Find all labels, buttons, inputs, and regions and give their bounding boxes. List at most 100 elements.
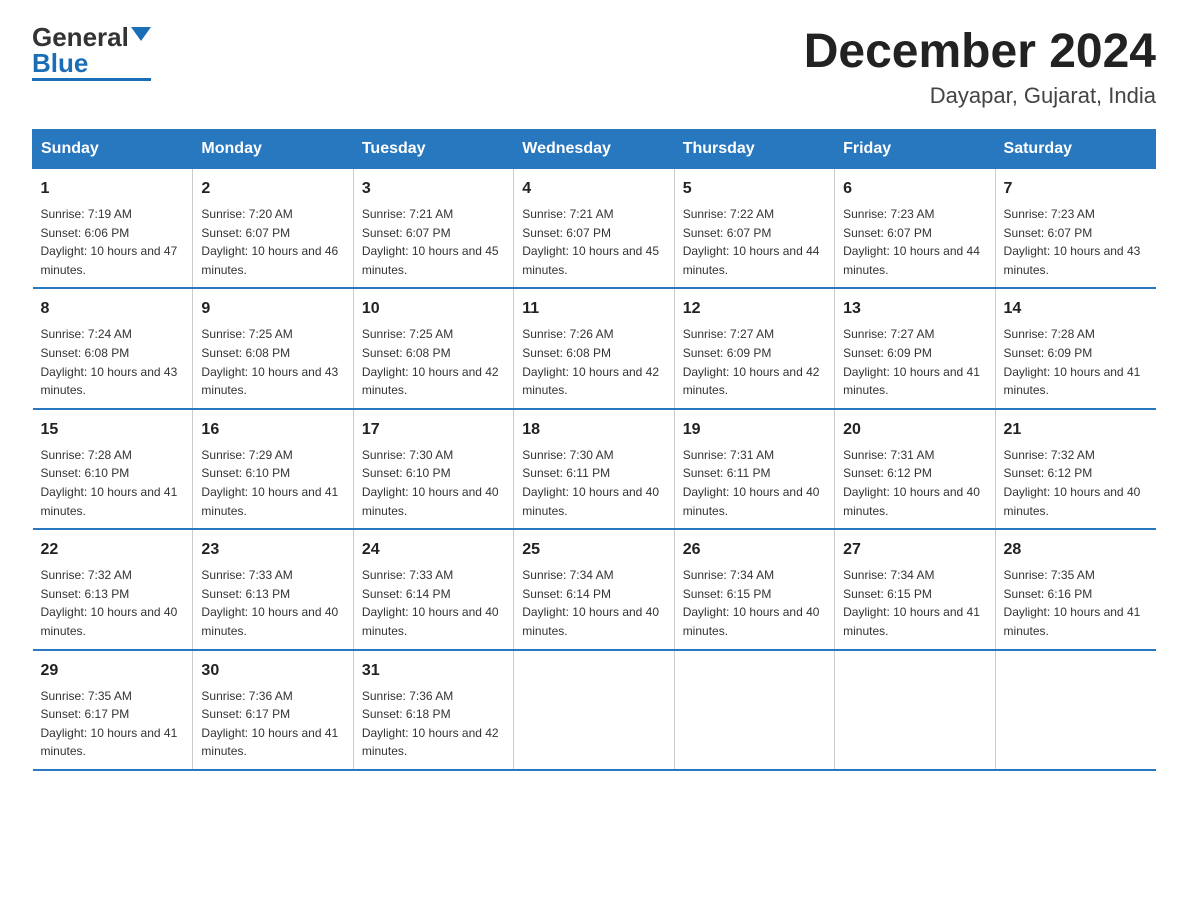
calendar-week-row: 15 Sunrise: 7:28 AMSunset: 6:10 PMDayligh… [33, 409, 1156, 529]
day-info: Sunrise: 7:26 AMSunset: 6:08 PMDaylight:… [522, 325, 665, 399]
day-number: 30 [201, 659, 344, 683]
logo-underline [32, 78, 151, 81]
day-info: Sunrise: 7:23 AMSunset: 6:07 PMDaylight:… [843, 205, 986, 279]
weekday-header-row: SundayMondayTuesdayWednesdayThursdayFrid… [33, 130, 1156, 169]
weekday-header-thursday: Thursday [674, 130, 834, 169]
day-number: 28 [1004, 538, 1148, 562]
day-number: 11 [522, 297, 665, 321]
calendar-cell: 10Sunrise: 7:25 AMSunset: 6:08 PMDayligh… [353, 288, 513, 408]
calendar-cell: 15 Sunrise: 7:28 AMSunset: 6:10 PMDayligh… [33, 409, 193, 529]
calendar-table: SundayMondayTuesdayWednesdayThursdayFrid… [32, 129, 1156, 771]
logo: General Blue [32, 24, 151, 81]
calendar-cell: 25 Sunrise: 7:34 AMSunset: 6:14 PMDayligh… [514, 529, 674, 649]
day-number: 16 [201, 418, 344, 442]
calendar-cell: 27 Sunrise: 7:34 AMSunset: 6:15 PMDayligh… [835, 529, 995, 649]
day-number: 25 [522, 538, 665, 562]
day-info: Sunrise: 7:25 AMSunset: 6:08 PMDaylight:… [201, 325, 344, 399]
calendar-week-row: 29 Sunrise: 7:35 AMSunset: 6:17 PMDayligh… [33, 650, 1156, 770]
weekday-header-saturday: Saturday [995, 130, 1155, 169]
calendar-cell: 20 Sunrise: 7:31 AMSunset: 6:12 PMDayligh… [835, 409, 995, 529]
weekday-header-sunday: Sunday [33, 130, 193, 169]
day-info: Sunrise: 7:35 AMSunset: 6:17 PMDaylight:… [41, 687, 185, 761]
day-info: Sunrise: 7:31 AMSunset: 6:12 PMDaylight:… [843, 446, 986, 520]
logo-blue-text: Blue [32, 50, 88, 76]
day-info: Sunrise: 7:19 AMSunset: 6:06 PMDaylight:… [41, 205, 185, 279]
day-number: 26 [683, 538, 826, 562]
calendar-cell [995, 650, 1155, 770]
day-info: Sunrise: 7:28 AMSunset: 6:10 PMDaylight:… [41, 446, 185, 520]
day-number: 13 [843, 297, 986, 321]
day-number: 24 [362, 538, 505, 562]
month-title: December 2024 [804, 24, 1156, 79]
weekday-header-monday: Monday [193, 130, 353, 169]
day-number: 27 [843, 538, 986, 562]
weekday-header-tuesday: Tuesday [353, 130, 513, 169]
title-section: December 2024 Dayapar, Gujarat, India [804, 24, 1156, 109]
day-info: Sunrise: 7:29 AMSunset: 6:10 PMDaylight:… [201, 446, 344, 520]
calendar-cell: 4 Sunrise: 7:21 AMSunset: 6:07 PMDaylight… [514, 169, 674, 289]
day-info: Sunrise: 7:30 AMSunset: 6:11 PMDaylight:… [522, 446, 665, 520]
calendar-cell: 28 Sunrise: 7:35 AMSunset: 6:16 PMDayligh… [995, 529, 1155, 649]
day-number: 17 [362, 418, 505, 442]
calendar-cell: 11 Sunrise: 7:26 AMSunset: 6:08 PMDayligh… [514, 288, 674, 408]
calendar-body: 1 Sunrise: 7:19 AMSunset: 6:06 PMDaylight… [33, 169, 1156, 770]
location-text: Dayapar, Gujarat, India [804, 83, 1156, 109]
calendar-cell: 8Sunrise: 7:24 AMSunset: 6:08 PMDaylight… [33, 288, 193, 408]
page-header: General Blue December 2024 Dayapar, Guja… [32, 24, 1156, 109]
day-number: 12 [683, 297, 826, 321]
day-number: 15 [41, 418, 185, 442]
calendar-cell [835, 650, 995, 770]
calendar-cell: 23Sunrise: 7:33 AMSunset: 6:13 PMDayligh… [193, 529, 353, 649]
day-number: 2 [201, 177, 344, 201]
day-number: 21 [1004, 418, 1148, 442]
weekday-header-friday: Friday [835, 130, 995, 169]
calendar-cell: 29 Sunrise: 7:35 AMSunset: 6:17 PMDayligh… [33, 650, 193, 770]
day-info: Sunrise: 7:35 AMSunset: 6:16 PMDaylight:… [1004, 566, 1148, 640]
day-info: Sunrise: 7:27 AMSunset: 6:09 PMDaylight:… [683, 325, 826, 399]
calendar-cell [674, 650, 834, 770]
day-info: Sunrise: 7:33 AMSunset: 6:13 PMDaylight:… [201, 566, 344, 640]
day-info: Sunrise: 7:21 AMSunset: 6:07 PMDaylight:… [522, 205, 665, 279]
day-info: Sunrise: 7:36 AMSunset: 6:17 PMDaylight:… [201, 687, 344, 761]
day-number: 19 [683, 418, 826, 442]
day-number: 3 [362, 177, 505, 201]
day-number: 9 [201, 297, 344, 321]
calendar-week-row: 1 Sunrise: 7:19 AMSunset: 6:06 PMDaylight… [33, 169, 1156, 289]
calendar-cell: 16 Sunrise: 7:29 AMSunset: 6:10 PMDayligh… [193, 409, 353, 529]
day-number: 1 [41, 177, 185, 201]
day-number: 10 [362, 297, 505, 321]
day-number: 5 [683, 177, 826, 201]
day-info: Sunrise: 7:34 AMSunset: 6:15 PMDaylight:… [843, 566, 986, 640]
day-info: Sunrise: 7:32 AMSunset: 6:12 PMDaylight:… [1004, 446, 1148, 520]
day-number: 29 [41, 659, 185, 683]
day-number: 4 [522, 177, 665, 201]
calendar-cell: 30 Sunrise: 7:36 AMSunset: 6:17 PMDayligh… [193, 650, 353, 770]
day-info: Sunrise: 7:31 AMSunset: 6:11 PMDaylight:… [683, 446, 826, 520]
calendar-cell: 14 Sunrise: 7:28 AMSunset: 6:09 PMDayligh… [995, 288, 1155, 408]
day-info: Sunrise: 7:22 AMSunset: 6:07 PMDaylight:… [683, 205, 826, 279]
calendar-cell: 1 Sunrise: 7:19 AMSunset: 6:06 PMDaylight… [33, 169, 193, 289]
day-info: Sunrise: 7:34 AMSunset: 6:14 PMDaylight:… [522, 566, 665, 640]
day-number: 6 [843, 177, 986, 201]
day-info: Sunrise: 7:33 AMSunset: 6:14 PMDaylight:… [362, 566, 505, 640]
weekday-header-wednesday: Wednesday [514, 130, 674, 169]
calendar-cell: 7 Sunrise: 7:23 AMSunset: 6:07 PMDaylight… [995, 169, 1155, 289]
day-number: 20 [843, 418, 986, 442]
calendar-cell: 13Sunrise: 7:27 AMSunset: 6:09 PMDayligh… [835, 288, 995, 408]
day-number: 14 [1004, 297, 1148, 321]
calendar-cell: 24 Sunrise: 7:33 AMSunset: 6:14 PMDayligh… [353, 529, 513, 649]
day-number: 7 [1004, 177, 1148, 201]
calendar-cell: 12 Sunrise: 7:27 AMSunset: 6:09 PMDayligh… [674, 288, 834, 408]
calendar-cell: 22Sunrise: 7:32 AMSunset: 6:13 PMDayligh… [33, 529, 193, 649]
day-number: 22 [41, 538, 185, 562]
calendar-cell: 26 Sunrise: 7:34 AMSunset: 6:15 PMDayligh… [674, 529, 834, 649]
logo-general-text: General [32, 24, 129, 50]
calendar-cell: 5 Sunrise: 7:22 AMSunset: 6:07 PMDaylight… [674, 169, 834, 289]
day-info: Sunrise: 7:23 AMSunset: 6:07 PMDaylight:… [1004, 205, 1148, 279]
day-info: Sunrise: 7:36 AMSunset: 6:18 PMDaylight:… [362, 687, 505, 761]
day-info: Sunrise: 7:34 AMSunset: 6:15 PMDaylight:… [683, 566, 826, 640]
day-info: Sunrise: 7:28 AMSunset: 6:09 PMDaylight:… [1004, 325, 1148, 399]
calendar-cell: 21 Sunrise: 7:32 AMSunset: 6:12 PMDayligh… [995, 409, 1155, 529]
calendar-week-row: 8Sunrise: 7:24 AMSunset: 6:08 PMDaylight… [33, 288, 1156, 408]
calendar-cell: 6 Sunrise: 7:23 AMSunset: 6:07 PMDaylight… [835, 169, 995, 289]
